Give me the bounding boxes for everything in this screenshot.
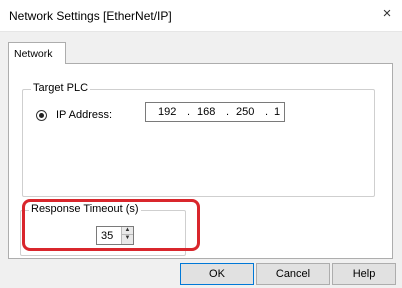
tab-network-label: Network bbox=[14, 48, 53, 60]
response-timeout-value[interactable]: 35 bbox=[101, 230, 113, 242]
spin-up-icon[interactable]: ▲ bbox=[121, 227, 133, 235]
help-button[interactable]: Help bbox=[332, 263, 396, 285]
window-title: Network Settings [EtherNet/IP] bbox=[9, 9, 172, 23]
ip-octet-3[interactable]: 250 bbox=[236, 106, 254, 118]
ip-separator-1: . bbox=[187, 106, 191, 118]
cancel-button[interactable]: Cancel bbox=[256, 263, 330, 285]
ip-address-field[interactable]: 192 . 168 . 250 . 1 bbox=[145, 102, 285, 122]
close-icon[interactable]: × bbox=[372, 0, 402, 30]
response-timeout-label: Response Timeout (s) bbox=[29, 203, 141, 215]
response-timeout-stepper[interactable]: 35 ▲ ▼ bbox=[96, 226, 134, 245]
ip-octet-2[interactable]: 168 bbox=[197, 106, 215, 118]
ip-octet-1[interactable]: 192 bbox=[158, 106, 176, 118]
tab-network[interactable]: Network bbox=[8, 42, 66, 64]
title-bar: Network Settings [EtherNet/IP] × bbox=[0, 0, 402, 32]
ok-button[interactable]: OK bbox=[180, 263, 254, 285]
ip-address-label: IP Address: bbox=[56, 109, 113, 121]
ip-separator-3: . bbox=[265, 106, 269, 118]
ip-address-radio[interactable] bbox=[36, 110, 47, 121]
ip-octet-4[interactable]: 1 bbox=[274, 106, 280, 118]
ip-separator-2: . bbox=[226, 106, 230, 118]
target-plc-group-label: Target PLC bbox=[31, 82, 91, 94]
tab-panel: Target PLC IP Address: 192 . 168 . 250 .… bbox=[8, 63, 393, 259]
spin-down-icon[interactable]: ▼ bbox=[121, 235, 133, 244]
